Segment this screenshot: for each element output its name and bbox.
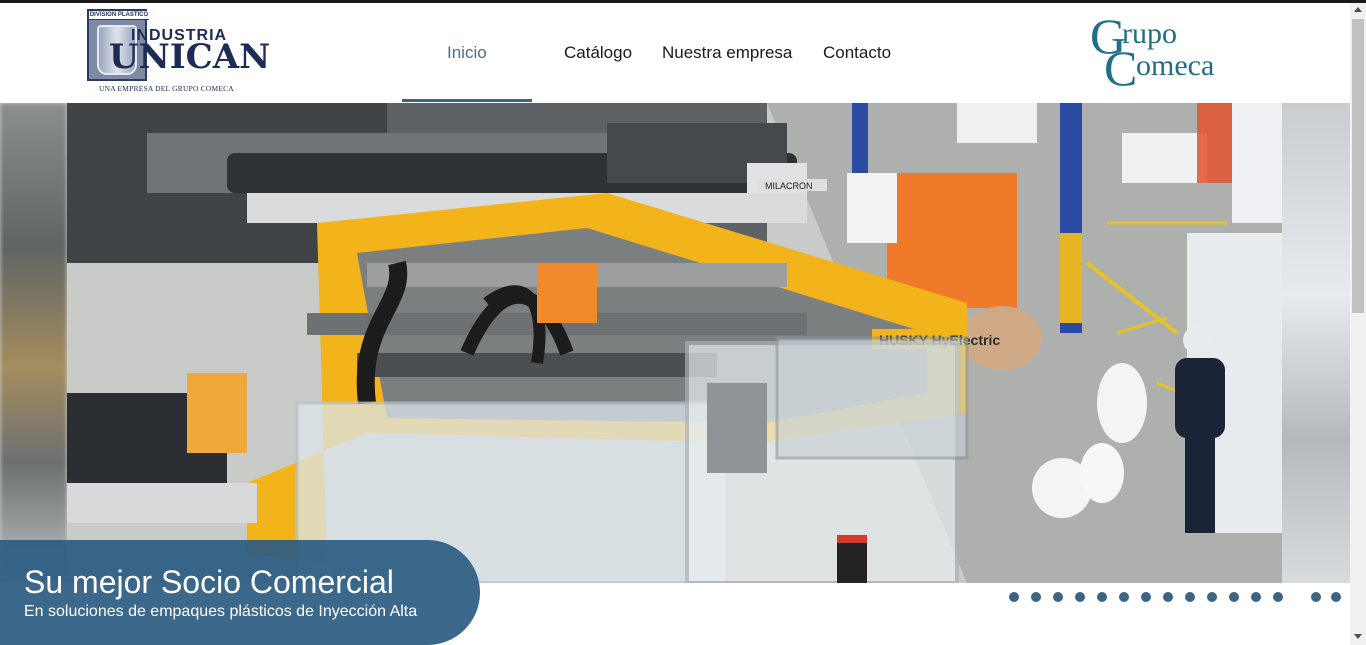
grupo-comeca-logo[interactable]: G rupo C omeca — [1088, 11, 1258, 96]
nav-inicio[interactable]: Inicio — [447, 43, 487, 63]
slider-dot[interactable] — [1031, 592, 1041, 602]
nav-catalogo[interactable]: Catálogo — [564, 43, 632, 63]
nav-contacto[interactable]: Contacto — [823, 43, 891, 63]
slider-dot[interactable] — [1311, 592, 1321, 602]
slider-dot[interactable] — [1075, 592, 1085, 602]
nav-active-underline — [402, 99, 532, 102]
logo-initial-c: C — [1104, 40, 1138, 96]
slider-dot[interactable] — [1331, 592, 1341, 602]
machine-brand-text: MILACRON — [765, 181, 813, 191]
nav-nuestra-empresa[interactable]: Nuestra empresa — [662, 43, 792, 63]
hero-caption: Su mejor Socio Comercial En soluciones d… — [0, 540, 480, 645]
scroll-down-arrow-icon[interactable] — [1354, 634, 1362, 639]
slider-dot[interactable] — [1185, 592, 1195, 602]
logo-word-unican: UNICAN — [109, 37, 271, 77]
slider-dot[interactable] — [1097, 592, 1107, 602]
industria-unican-logo[interactable]: DIVISION PLASTICO INDUSTRIA UNICAN UNA E… — [87, 9, 270, 93]
slider-dot[interactable] — [1251, 592, 1261, 602]
slider-dot[interactable] — [1163, 592, 1173, 602]
slider-dot[interactable] — [1229, 592, 1239, 602]
slider-dot[interactable] — [1207, 592, 1217, 602]
hero-slider[interactable]: MILACRON HUSKY HyElectric — [0, 103, 1350, 583]
scroll-up-arrow-icon[interactable] — [1354, 7, 1362, 12]
hero-caption-title: Su mejor Socio Comercial — [24, 564, 394, 600]
logo-tagline: UNA EMPRESA DEL GRUPO COMECA — [99, 84, 234, 93]
hero-caption-subtitle: En soluciones de empaques plásticos de I… — [24, 603, 418, 620]
site-header: DIVISION PLASTICO INDUSTRIA UNICAN UNA E… — [0, 3, 1350, 103]
logo-badge: DIVISION PLASTICO — [89, 11, 149, 20]
slider-dot[interactable] — [1009, 592, 1019, 602]
logo-word-omeca: omeca — [1136, 49, 1215, 82]
slider-dot[interactable] — [1273, 592, 1283, 602]
next-slide-preview[interactable] — [1282, 103, 1350, 583]
page-scrollbar[interactable] — [1350, 3, 1366, 645]
previous-slide-preview[interactable] — [0, 103, 67, 583]
slider-dot[interactable] — [1053, 592, 1063, 602]
slider-dot[interactable] — [1141, 592, 1151, 602]
factory-photo: MILACRON HUSKY HyElectric — [67, 103, 1282, 583]
slider-dot[interactable] — [1119, 592, 1129, 602]
scroll-thumb[interactable] — [1352, 19, 1364, 313]
